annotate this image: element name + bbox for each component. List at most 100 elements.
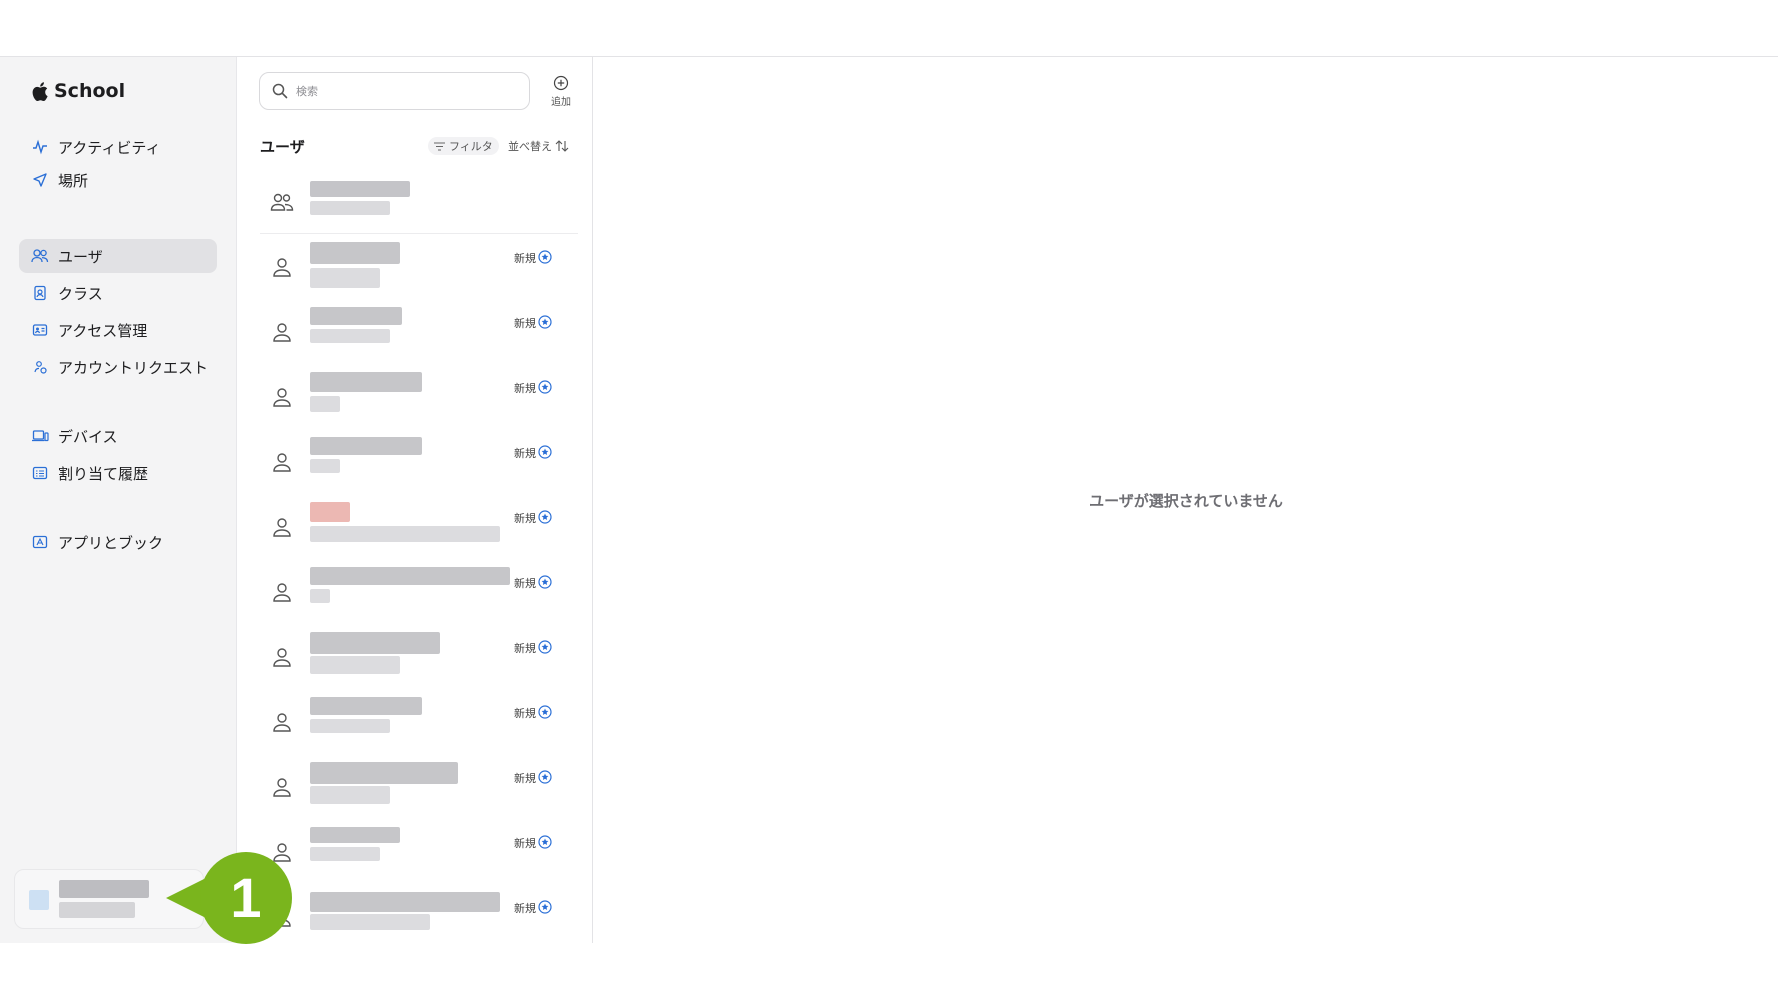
sidebar-item-devices[interactable]: デバイス	[19, 419, 217, 453]
new-badge: 新規	[514, 837, 536, 850]
user-detail-redacted	[310, 847, 380, 861]
sidebar-item-label: アカウントリクエスト	[58, 358, 209, 377]
table-row[interactable]: 新規	[260, 299, 578, 364]
person-icon	[273, 778, 291, 797]
table-row[interactable]: 新規	[260, 819, 578, 884]
list-title: ユーザ	[260, 138, 305, 156]
person-icon	[273, 453, 291, 472]
laptop-icon	[31, 427, 49, 445]
sort-button[interactable]: 並べ替え	[508, 137, 569, 155]
empty-state-message: ユーザが選択されていません	[1089, 492, 1283, 510]
person-icon	[273, 388, 291, 407]
app-window: School アクティビティ 場所 ユーザ クラス アクセス管理 アカウントリク…	[0, 57, 1778, 943]
app-brand: School	[32, 80, 125, 102]
user-name-redacted	[310, 242, 400, 264]
person-icon	[273, 518, 291, 537]
sidebar-item-location[interactable]: 場所	[19, 163, 217, 197]
sidebar-item-users[interactable]: ユーザ	[19, 239, 217, 273]
history-list-icon	[31, 464, 49, 482]
user-detail-redacted	[310, 914, 430, 930]
sidebar-item-apps-and-books[interactable]: アプリとブック	[19, 525, 217, 559]
star-circle-icon	[538, 770, 552, 784]
star-circle-icon	[538, 315, 552, 329]
new-badge: 新規	[514, 447, 536, 460]
location-arrow-icon	[31, 171, 49, 189]
user-name-redacted	[310, 567, 510, 585]
add-button[interactable]: 追加	[543, 75, 579, 111]
filter-button[interactable]: フィルタ	[428, 137, 499, 155]
user-detail-redacted	[310, 526, 500, 542]
filter-icon	[434, 141, 445, 151]
user-name-redacted	[310, 307, 402, 325]
user-detail-redacted	[310, 329, 390, 343]
table-row[interactable]: 新規	[260, 884, 578, 943]
filter-label: フィルタ	[449, 140, 493, 153]
search-field[interactable]	[259, 72, 530, 110]
account-request-icon	[31, 358, 49, 376]
callout-number: 1	[230, 866, 261, 929]
table-row[interactable]: 新規	[260, 364, 578, 429]
list-item-group[interactable]	[260, 169, 578, 234]
sidebar-item-access-management[interactable]: アクセス管理	[19, 313, 217, 347]
table-row[interactable]: 新規	[260, 429, 578, 494]
account-org	[59, 902, 135, 918]
star-circle-icon	[538, 250, 552, 264]
table-row[interactable]: 新規	[260, 494, 578, 559]
search-icon	[272, 83, 288, 99]
sidebar-item-class[interactable]: クラス	[19, 276, 217, 310]
sort-arrows-icon	[555, 140, 569, 152]
new-badge: 新規	[514, 642, 536, 655]
new-badge: 新規	[514, 512, 536, 525]
group-name-redacted	[310, 181, 410, 197]
user-detail-redacted	[310, 786, 390, 804]
new-badge: 新規	[514, 252, 536, 265]
user-list-panel: 追加 ユーザ フィルタ 並べ替え 新規 新規	[238, 57, 593, 943]
search-input[interactable]	[296, 84, 506, 98]
brand-name: School	[54, 80, 126, 102]
user-name-redacted	[310, 762, 458, 784]
sidebar-item-label: アプリとブック	[58, 533, 164, 552]
star-circle-icon	[538, 835, 552, 849]
star-circle-icon	[538, 575, 552, 589]
activity-icon	[31, 138, 49, 156]
star-circle-icon	[538, 380, 552, 394]
sort-label: 並べ替え	[508, 140, 552, 153]
sidebar-item-label: アクセス管理	[58, 321, 148, 340]
account-name	[59, 880, 149, 898]
sidebar-item-account-requests[interactable]: アカウントリクエスト	[19, 350, 217, 384]
sidebar-item-label: クラス	[58, 284, 103, 303]
new-badge: 新規	[514, 902, 536, 915]
new-badge: 新規	[514, 707, 536, 720]
sidebar-item-activity[interactable]: アクティビティ	[19, 130, 217, 164]
avatar	[29, 890, 49, 910]
step-callout: 1	[166, 852, 292, 944]
user-detail-redacted	[310, 396, 340, 412]
sidebar-item-label: アクティビティ	[58, 138, 161, 157]
user-name-redacted	[310, 632, 440, 654]
table-row[interactable]: 新規	[260, 754, 578, 819]
sidebar-item-assignment-history[interactable]: 割り当て履歴	[19, 456, 217, 490]
user-detail-redacted	[310, 656, 400, 674]
user-name-redacted	[310, 437, 422, 455]
class-icon	[31, 284, 49, 302]
table-row[interactable]: 新規	[260, 559, 578, 624]
table-row[interactable]: 新規	[260, 689, 578, 754]
star-circle-icon	[538, 705, 552, 719]
person-icon	[273, 648, 291, 667]
user-name-redacted	[310, 827, 400, 843]
user-detail-redacted	[310, 268, 380, 288]
table-row[interactable]: 新規	[260, 624, 578, 689]
new-badge: 新規	[514, 577, 536, 590]
table-row[interactable]: 新規	[260, 234, 578, 299]
add-label: 追加	[551, 97, 571, 108]
top-bar	[0, 0, 1778, 57]
group-icon	[270, 193, 294, 211]
sidebar-item-label: 場所	[58, 171, 89, 190]
sidebar-item-label: ユーザ	[58, 247, 103, 266]
sidebar-item-label: デバイス	[58, 427, 118, 446]
star-circle-icon	[538, 445, 552, 459]
id-card-icon	[31, 321, 49, 339]
person-icon	[273, 258, 291, 277]
sidebar-item-label: 割り当て履歴	[58, 464, 149, 483]
star-circle-icon	[538, 640, 552, 654]
